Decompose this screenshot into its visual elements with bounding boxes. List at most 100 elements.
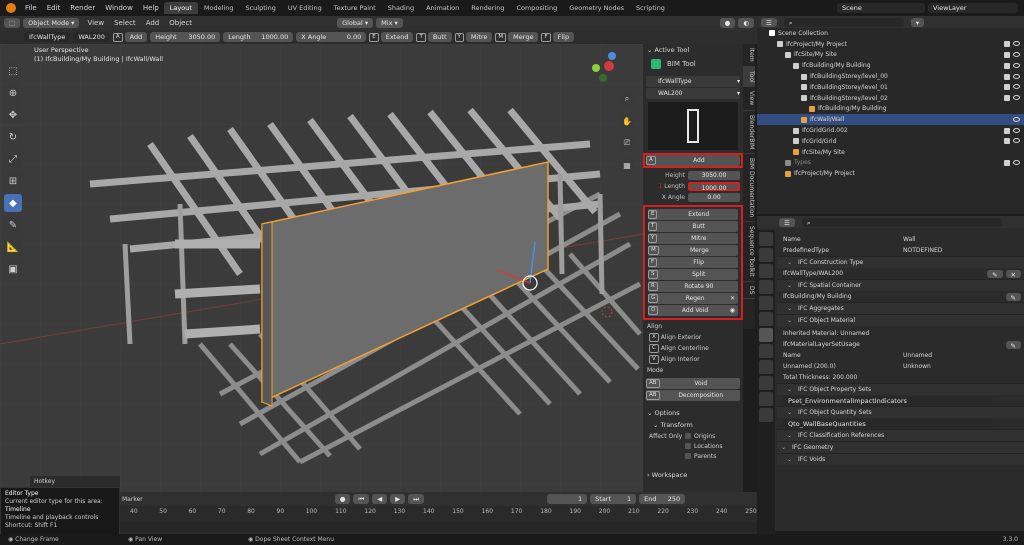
tab-layout[interactable]: Layout (163, 2, 198, 14)
tab-sequence-toolkit[interactable]: Sequence Toolkit (743, 222, 755, 282)
outliner-search-input[interactable]: ⌕ (783, 17, 904, 27)
render-props-icon[interactable] (759, 248, 773, 262)
type-close-icon[interactable]: ✕ (1005, 269, 1021, 279)
layer-row[interactable]: Unnamed (200.0) Unknown (777, 361, 1024, 372)
jump-end-icon[interactable]: ⏭ (408, 494, 425, 504)
header-xangle-field[interactable]: X Angle 0.00 (296, 32, 367, 42)
pset-selector[interactable]: Pset_EnvironmentalImpactIndicators (783, 396, 993, 405)
pivot-selector[interactable]: Mix ▾ (376, 18, 403, 28)
include-checkbox[interactable] (1004, 84, 1010, 91)
tab-uv-editing[interactable]: UV Editing (282, 2, 328, 14)
object-material-panel[interactable]: IFC Object Material (777, 314, 1024, 326)
scale-icon[interactable]: ⤢ (4, 150, 22, 168)
menu-object[interactable]: Object (164, 19, 197, 27)
eye-icon[interactable] (1013, 95, 1020, 101)
align-exterior-row[interactable]: X Align Exterior (643, 332, 743, 343)
output-props-icon[interactable] (759, 264, 773, 278)
eye-icon[interactable] (1013, 73, 1020, 79)
camera-icon[interactable]: ⎚ (620, 136, 634, 150)
outliner-editor-icon[interactable]: ☰ (761, 17, 777, 27)
viewport-shading-material-icon[interactable]: ◐ (738, 18, 754, 28)
tab-scripting[interactable]: Scripting (630, 2, 671, 14)
nav-gizmo-y[interactable] (592, 64, 600, 72)
locations-checkbox[interactable] (685, 443, 691, 449)
play-reverse-icon[interactable]: ◀ (372, 494, 388, 504)
header-mitre-button[interactable]: Mitre (465, 32, 493, 42)
split-button[interactable]: S Split (648, 269, 738, 280)
tab-bim-documentation[interactable]: BIM Documentation (743, 154, 755, 223)
classification-panel[interactable]: IFC Classification References (777, 429, 1024, 441)
tab-sculpting[interactable]: Sculpting (239, 2, 281, 14)
current-frame-field[interactable]: 1 (547, 494, 588, 504)
outliner-row[interactable]: IfcSite/My Site (757, 50, 1024, 61)
tool-props-icon[interactable] (759, 232, 773, 246)
object-props-icon[interactable] (759, 328, 773, 342)
filter-icon[interactable]: ▾ (910, 17, 925, 27)
parents-checkbox[interactable] (685, 453, 691, 459)
tab-item[interactable]: Item (743, 44, 755, 67)
tab-texture-paint[interactable]: Texture Paint (328, 2, 382, 14)
container-edit-icon[interactable]: ✎ (1005, 292, 1021, 302)
include-checkbox[interactable] (1004, 138, 1010, 145)
outliner-row[interactable]: Scene Collection (757, 28, 1024, 39)
tab-compositing[interactable]: Compositing (510, 2, 563, 14)
height-field[interactable]: Height 3050.00 (646, 170, 740, 180)
active-tool-header[interactable]: ⌄ Active Tool (643, 44, 743, 56)
scene-selector[interactable]: Scene (837, 3, 925, 13)
outliner-row[interactable]: IfcGrid/Grid (757, 136, 1024, 147)
transform-icon[interactable]: ⊞ (4, 172, 22, 190)
record-icon[interactable]: ● (334, 494, 351, 504)
outliner-row[interactable]: IfcGridGrid.002 (757, 125, 1024, 136)
affect-parents-row[interactable]: Parents (643, 451, 743, 461)
eye-icon[interactable] (1013, 159, 1020, 165)
annotate-icon[interactable]: ✎ (4, 216, 22, 234)
include-checkbox[interactable] (1004, 62, 1010, 69)
butt-button[interactable]: T Butt (648, 221, 738, 232)
options-header[interactable]: ⌄ Options (643, 407, 743, 419)
construction-type-panel[interactable]: IFC Construction Type (777, 256, 1024, 268)
spatial-container-panel[interactable]: IFC Spatial Container (777, 279, 1024, 291)
decomposition-button[interactable]: AB Decomposition (646, 390, 740, 401)
eye-icon[interactable] (1013, 62, 1020, 68)
outliner-row[interactable]: IfcSite/My Site (757, 147, 1024, 158)
class-selector[interactable]: IfcWallType ▾ (646, 76, 740, 87)
scene-props-icon[interactable] (759, 296, 773, 310)
rotate-icon[interactable]: ↻ (4, 128, 22, 146)
transform-header[interactable]: ⌄ Transform (643, 419, 743, 431)
data-props-icon[interactable] (759, 392, 773, 406)
affect-origins-row[interactable]: Affect Only Origins (643, 431, 743, 441)
outliner-row[interactable]: IfcBuildingStorey/level_00 (757, 71, 1024, 82)
eye-icon[interactable] (1013, 41, 1020, 47)
bim-tool-icon[interactable]: ◆ (4, 194, 22, 212)
properties-search-input[interactable]: ⌕ (801, 217, 1002, 227)
header-butt-button[interactable]: Butt (427, 32, 452, 42)
length-field[interactable]: 1 Length 1000.00 (646, 181, 740, 192)
tab-view[interactable]: View (743, 87, 755, 111)
view-layer-selector[interactable]: ViewLayer (928, 3, 1018, 13)
type-edit-icon[interactable]: ✎ (987, 269, 1003, 279)
outliner-row[interactable]: IfcProject/My Project (757, 39, 1024, 50)
flip-button[interactable]: F Flip (648, 257, 738, 268)
editor-type-button[interactable]: ⬚ (4, 18, 21, 28)
material-props-icon[interactable] (759, 408, 773, 422)
outliner-row[interactable]: Types (757, 158, 1024, 169)
align-interior-row[interactable]: V Align Interior (643, 354, 743, 365)
tab-tool[interactable]: Tool (743, 66, 755, 88)
aggregates-panel[interactable]: IFC Aggregates (777, 302, 1024, 314)
origins-checkbox[interactable] (685, 433, 691, 439)
outliner-row[interactable]: IfcBuilding/My Building (757, 104, 1024, 115)
geometry-panel[interactable]: IFC Geometry (777, 441, 1024, 453)
void-mode-button[interactable]: AB Void (646, 378, 740, 389)
outliner-row[interactable]: IfcBuildingStorey/level_01 (757, 82, 1024, 93)
type-selector[interactable]: WAL200 ▾ (646, 88, 740, 99)
zoom-icon[interactable]: ⌕ (620, 92, 634, 106)
align-centerline-row[interactable]: C Align Centerline (643, 343, 743, 354)
rotate-90-button[interactable]: R Rotate 90 (648, 281, 738, 292)
workspace-header[interactable]: › Workspace (643, 469, 743, 481)
include-checkbox[interactable] (1004, 73, 1010, 80)
tab-blenderbim[interactable]: BlenderBIM (743, 111, 755, 154)
eye-icon[interactable] (1013, 84, 1020, 90)
3d-viewport[interactable]: User Perspective (1) IfcBuilding/My Buil… (0, 44, 643, 492)
pan-hand-icon[interactable]: ✋ (620, 114, 634, 128)
outliner-row-selected[interactable]: IfcWall/Wall (757, 114, 1024, 126)
